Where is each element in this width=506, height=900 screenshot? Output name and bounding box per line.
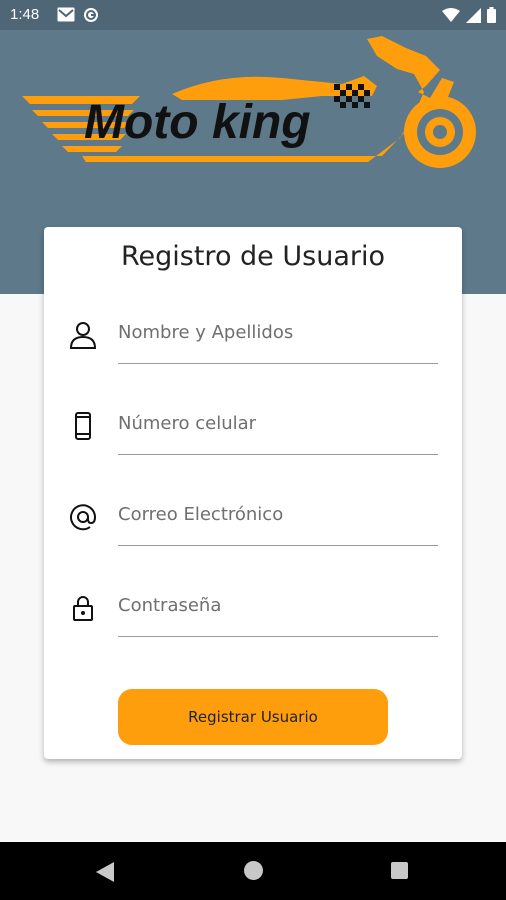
- person-icon: [69, 322, 97, 349]
- gmail-icon: [57, 7, 75, 22]
- phone-icon: [75, 412, 91, 440]
- password-field[interactable]: Contraseña: [68, 587, 438, 647]
- email-input[interactable]: Correo Electrónico: [118, 504, 283, 525]
- email-field[interactable]: Correo Electrónico: [68, 496, 438, 556]
- svg-text:Moto king: Moto king: [84, 96, 311, 149]
- register-button[interactable]: Registrar Usuario: [118, 689, 388, 745]
- password-underline: [118, 636, 438, 637]
- status-bar: 1:48: [0, 0, 506, 30]
- recent-apps-icon[interactable]: [391, 862, 408, 879]
- lock-icon: [73, 596, 93, 621]
- phone-field[interactable]: Número celular: [68, 405, 438, 465]
- name-underline: [118, 363, 438, 364]
- password-input[interactable]: Contraseña: [118, 595, 221, 616]
- back-icon[interactable]: [96, 862, 114, 882]
- name-input[interactable]: Nombre y Apellidos: [118, 322, 293, 343]
- home-icon[interactable]: [244, 861, 263, 880]
- name-field[interactable]: Nombre y Apellidos: [68, 314, 438, 374]
- wifi-icon: [442, 8, 460, 22]
- email-underline: [118, 545, 438, 546]
- battery-icon: [487, 7, 496, 23]
- phone-input[interactable]: Número celular: [118, 413, 256, 434]
- card-title: Registro de Usuario: [120, 241, 385, 272]
- phone-underline: [118, 454, 438, 455]
- sync-icon: [84, 8, 98, 22]
- moto-king-logo: Moto king: [22, 36, 476, 168]
- status-time: 1:48: [10, 6, 40, 23]
- signal-icon: [466, 7, 481, 23]
- registration-card: Registro de Usuario Nombre y Apellidos N…: [44, 227, 462, 759]
- at-icon: [70, 504, 97, 531]
